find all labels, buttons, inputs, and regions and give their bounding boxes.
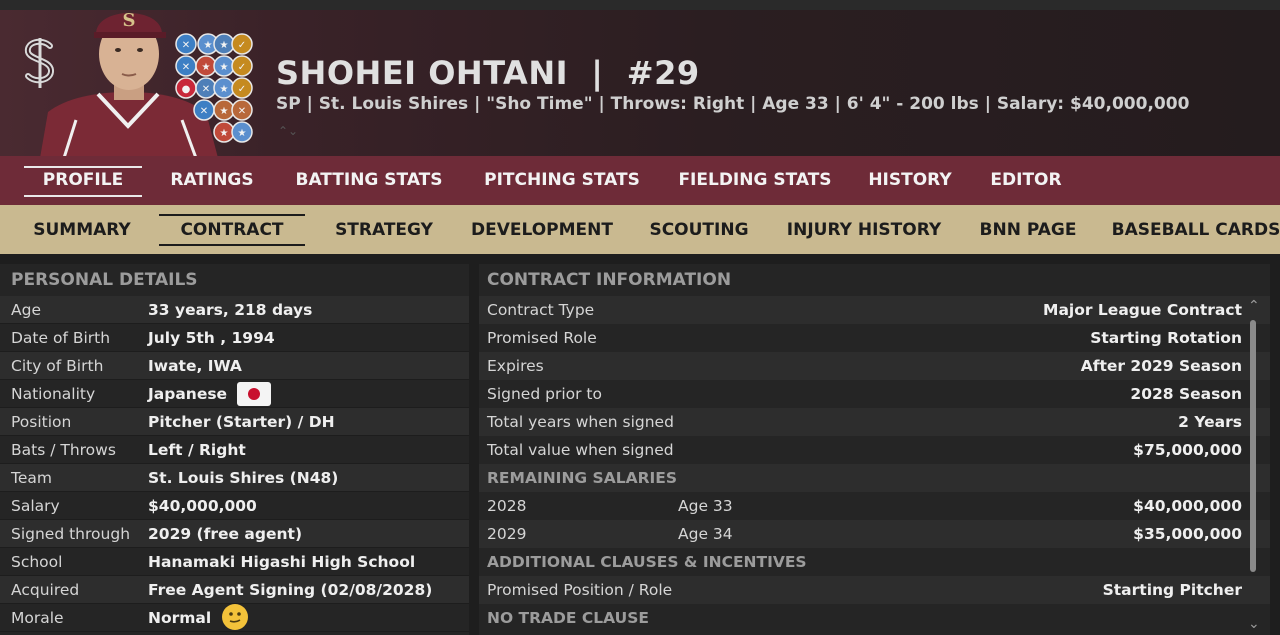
detail-row-age: Age 33 years, 218 days xyxy=(0,296,469,324)
contract-row-promised-role: Promised Role Starting Rotation xyxy=(487,329,1242,347)
subtab-injury-history[interactable]: INJURY HISTORY xyxy=(777,205,951,254)
detail-row-bats-throws: Bats / Throws Left / Right xyxy=(0,436,469,464)
clause-row-promised-position: Promised Position / Role Starting Pitcher xyxy=(479,576,1270,604)
svg-text:★: ★ xyxy=(220,128,229,139)
detail-row-signed-through: Signed through 2029 (free agent) xyxy=(0,520,469,548)
contract-row-expires: Expires After 2029 Season xyxy=(479,352,1270,380)
clauses-heading: ADDITIONAL CLAUSES & INCENTIVES xyxy=(487,553,807,571)
player-badges: ✕ ★ ★ ✓ ✕ ★ ★ ✓ ● ✕ ★ ✓ ✕ ★ ✕ ★ ★ xyxy=(172,32,258,144)
svg-text:★: ★ xyxy=(202,62,211,73)
tab-fielding-stats[interactable]: FIELDING STATS xyxy=(670,156,840,205)
svg-text:★: ★ xyxy=(220,62,229,73)
remaining-salaries-heading: REMAINING SALARIES xyxy=(479,464,1270,492)
personal-details-panel: PERSONAL DETAILS Age 33 years, 218 days D… xyxy=(0,264,469,635)
salary-row-2028: 2028 Age 33 $40,000,000 xyxy=(487,497,1242,515)
contract-scrollbar[interactable]: ⌃ ⌄ xyxy=(1248,299,1260,631)
player-header: S ✕ ★ ★ ✓ ✕ ★ ★ ✓ ● ✕ ★ ✓ ✕ ★ ✕ ★ ★ SHOH… xyxy=(0,10,1280,156)
svg-text:S: S xyxy=(123,10,136,31)
detail-row-acquired: Acquired Free Agent Signing (02/08/2028) xyxy=(0,576,469,604)
contract-row-total-years: Total years when signed 2 Years xyxy=(479,408,1270,436)
subtab-contract[interactable]: CONTRACT xyxy=(159,205,305,254)
detail-row-school: School Hanamaki Higashi High School xyxy=(0,548,469,576)
detail-row-salary: Salary $40,000,000 xyxy=(0,492,469,520)
svg-text:✕: ✕ xyxy=(182,62,190,73)
subtab-strategy[interactable]: STRATEGY xyxy=(324,205,444,254)
contract-row-total-value: Total value when signed $75,000,000 xyxy=(487,441,1242,459)
detail-row-team: Team St. Louis Shires (N48) xyxy=(0,464,469,492)
svg-text:●: ● xyxy=(182,84,191,95)
sort-chevrons-icon[interactable]: ⌃⌄ xyxy=(278,124,298,138)
svg-text:✕: ✕ xyxy=(238,106,246,117)
tab-ratings[interactable]: RATINGS xyxy=(160,156,264,205)
subtab-development[interactable]: DEVELOPMENT xyxy=(464,205,620,254)
tab-batting-stats[interactable]: BATTING STATS xyxy=(284,156,454,205)
salary-row-2029: 2029 Age 34 $35,000,000 xyxy=(479,520,1270,548)
top-strip xyxy=(0,0,1280,10)
detail-row-dob: Date of Birth July 5th , 1994 xyxy=(0,324,469,352)
no-trade-clause-heading: NO TRADE CLAUSE xyxy=(487,609,650,627)
contract-row-signed-prior: Signed prior to 2028 Season xyxy=(487,385,1242,403)
player-subtitle: SP | St. Louis Shires | "Sho Time" | Thr… xyxy=(276,94,1190,114)
subtab-scouting[interactable]: SCOUTING xyxy=(642,205,756,254)
svg-text:★: ★ xyxy=(238,128,247,139)
player-name: SHOHEI OHTANI | #29 xyxy=(276,54,700,92)
smiley-face-icon xyxy=(222,603,249,630)
svg-text:★: ★ xyxy=(220,106,229,117)
svg-text:✕: ✕ xyxy=(182,40,190,51)
subtab-summary[interactable]: SUMMARY xyxy=(24,205,140,254)
svg-text:★: ★ xyxy=(204,40,213,51)
svg-text:✕: ✕ xyxy=(202,84,210,95)
subtab-baseball-cards[interactable]: BASEBALL CARDS xyxy=(1104,205,1280,254)
personal-details-title: PERSONAL DETAILS xyxy=(11,270,198,290)
contract-information-title: CONTRACT INFORMATION xyxy=(487,270,732,290)
svg-text:★: ★ xyxy=(220,40,229,51)
detail-row-morale: Morale Normal xyxy=(0,603,469,632)
detail-row-city: City of Birth Iwate, IWA xyxy=(0,352,469,380)
svg-text:✕: ✕ xyxy=(200,106,208,117)
svg-text:✓: ✓ xyxy=(238,40,246,51)
tab-history[interactable]: HISTORY xyxy=(860,156,960,205)
tab-editor[interactable]: EDITOR xyxy=(982,156,1070,205)
scroll-up-icon[interactable]: ⌃ xyxy=(1248,299,1260,313)
svg-text:✓: ✓ xyxy=(238,62,246,73)
subtab-bnn-page[interactable]: BNN PAGE xyxy=(970,205,1086,254)
contract-information-panel: CONTRACT INFORMATION Contract Type Major … xyxy=(479,264,1270,635)
sub-tab-bar: SUMMARY CONTRACT STRATEGY DEVELOPMENT SC… xyxy=(0,205,1280,254)
detail-row-nationality: Nationality Japanese xyxy=(0,380,469,408)
svg-text:★: ★ xyxy=(220,84,229,95)
tab-profile[interactable]: PROFILE xyxy=(24,156,142,205)
tab-pitching-stats[interactable]: PITCHING STATS xyxy=(474,156,650,205)
detail-row-position: Position Pitcher (Starter) / DH xyxy=(0,408,469,436)
svg-text:✓: ✓ xyxy=(238,84,246,95)
japan-flag-icon xyxy=(237,381,272,406)
contract-row-type: Contract Type Major League Contract xyxy=(479,296,1270,324)
main-tab-bar: PROFILE RATINGS BATTING STATS PITCHING S… xyxy=(0,156,1280,205)
scroll-down-icon[interactable]: ⌄ xyxy=(1248,617,1260,631)
scroll-thumb[interactable] xyxy=(1250,320,1256,572)
